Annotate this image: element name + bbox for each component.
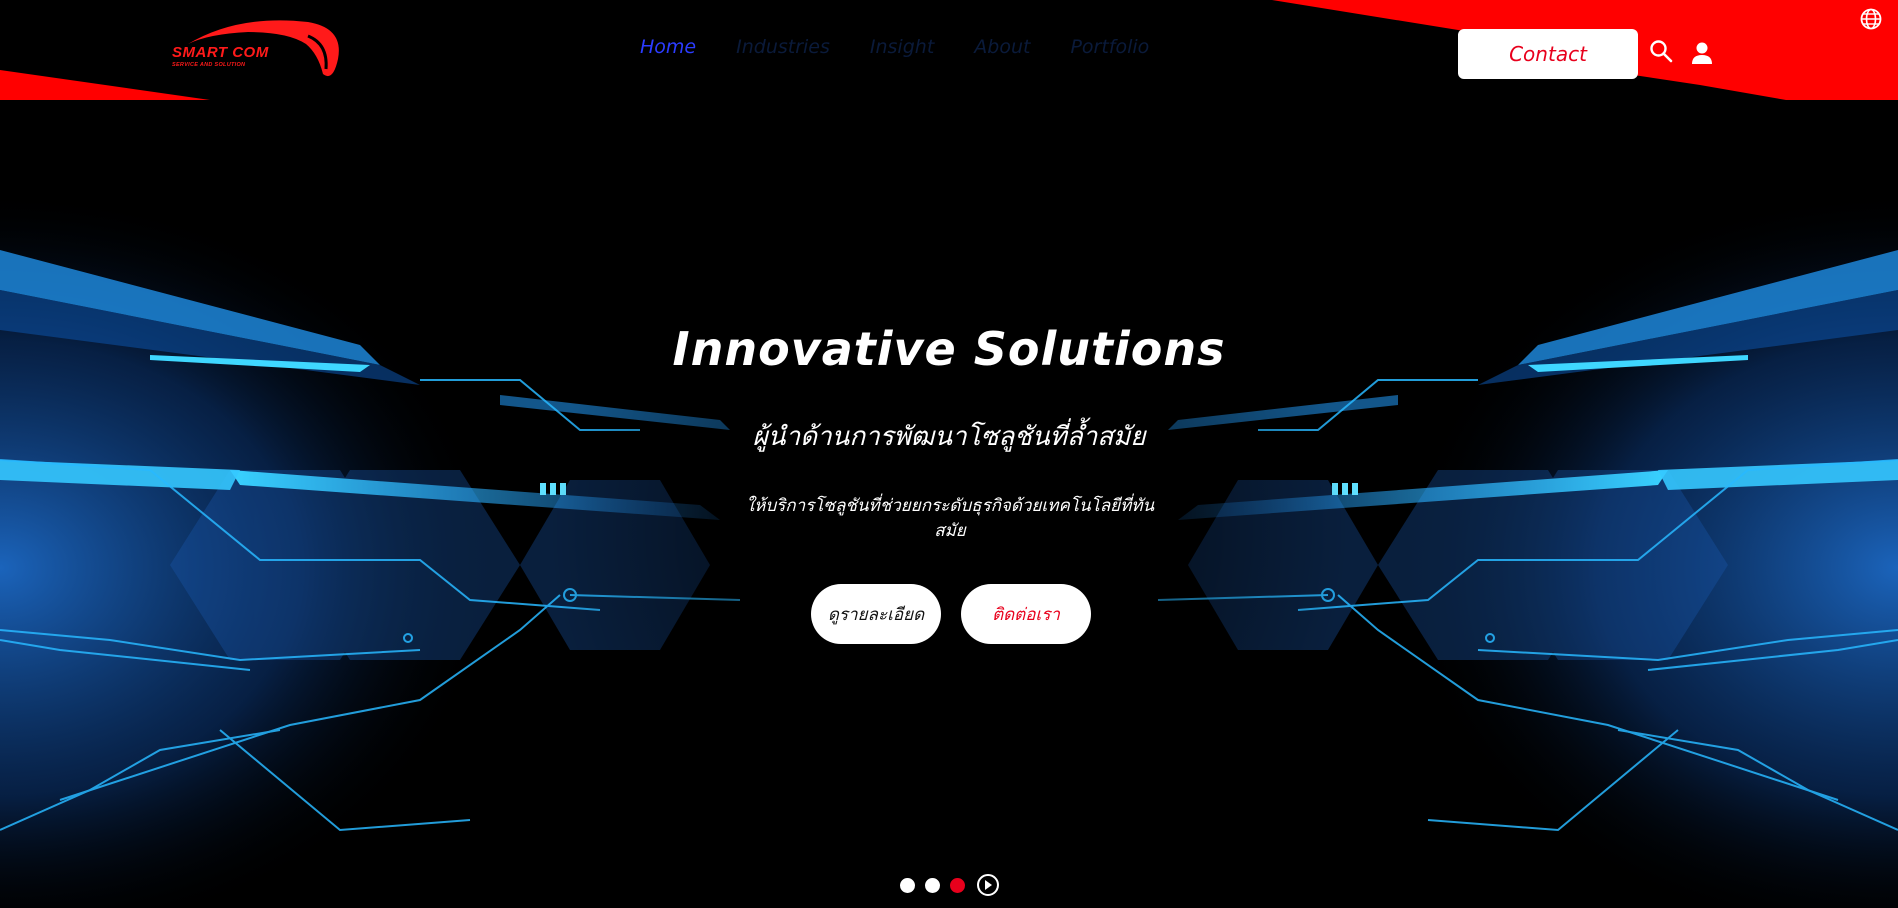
contact-us-button[interactable]: ติดต่อเรา <box>961 584 1091 644</box>
nav-item-about[interactable]: About <box>974 36 1030 58</box>
view-details-button[interactable]: ดูรายละเอียด <box>811 584 941 644</box>
brand-name: SMART COM <box>172 44 269 61</box>
brand-logo[interactable]: SMART COM SERVICE AND SOLUTION <box>168 14 344 82</box>
carousel-dot-3[interactable] <box>950 877 965 893</box>
page: SMART COM SERVICE AND SOLUTION Home Indu… <box>0 0 1898 908</box>
nav-item-industries[interactable]: Industries <box>736 36 830 58</box>
nav-item-home[interactable]: Home <box>640 36 696 58</box>
hero-subtitle: ผู้นำด้านการพัฒนาโซลูชันที่ล้ำสมัย <box>752 422 1146 452</box>
contact-button[interactable]: Contact <box>1458 29 1638 79</box>
brand-tagline: SERVICE AND SOLUTION <box>172 62 246 68</box>
carousel-indicators <box>900 874 999 896</box>
site-header: SMART COM SERVICE AND SOLUTION Home Indu… <box>0 0 1898 100</box>
main-nav: Home Industries Insight About Portfolio <box>640 36 1149 58</box>
search-icon[interactable] <box>1649 39 1673 67</box>
carousel-dot-2[interactable] <box>925 877 940 893</box>
play-icon[interactable] <box>977 874 999 896</box>
nav-item-insight[interactable]: Insight <box>870 36 934 58</box>
hero-description: ให้บริการโซลูชันที่ช่วยยกระดับธุรกิจด้วย… <box>745 496 1155 541</box>
nav-item-portfolio[interactable]: Portfolio <box>1070 36 1149 58</box>
hero-title: Innovative Solutions <box>672 322 1226 376</box>
carousel-dot-1[interactable] <box>900 877 915 893</box>
user-icon[interactable] <box>1691 41 1713 69</box>
globe-icon[interactable] <box>1860 8 1882 34</box>
